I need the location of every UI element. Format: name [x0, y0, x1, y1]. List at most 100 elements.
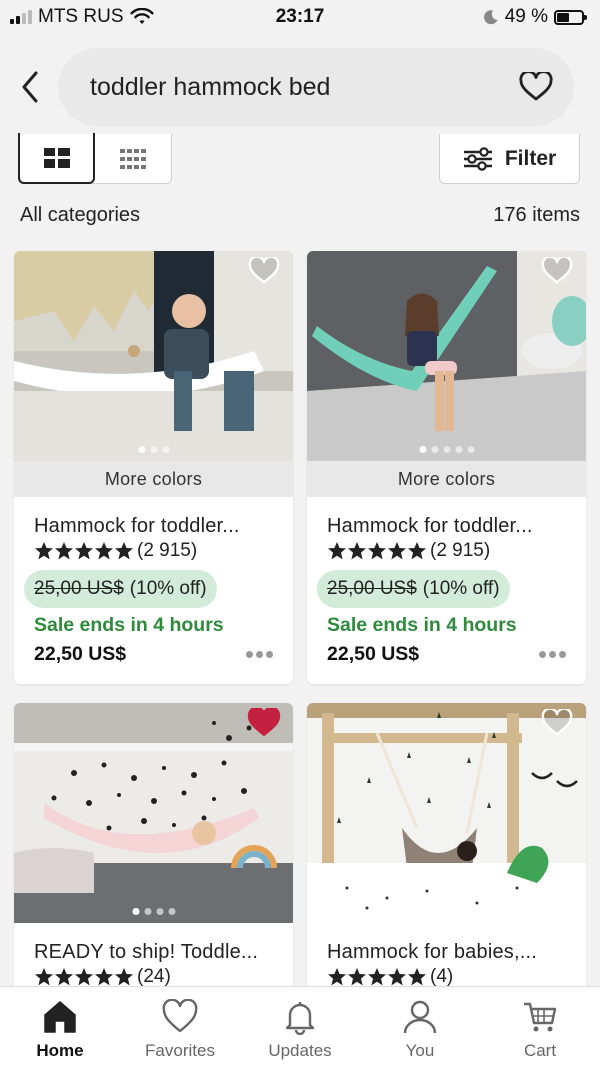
- image-pager-dots: [425, 908, 468, 915]
- status-time: 23:17: [275, 6, 325, 27]
- small-grid-icon: [120, 149, 146, 169]
- tab-cart[interactable]: Cart: [480, 999, 600, 1066]
- favorite-button[interactable]: [540, 706, 574, 740]
- review-count: (4): [430, 966, 454, 987]
- original-price: 25,00 US$: [327, 578, 417, 599]
- star-rating-icon: [327, 541, 427, 561]
- listing-details: READY to ship! Toddle... (24): [14, 923, 293, 993]
- listing-details: Hammock for toddler... (2 915) 25,00 US$…: [307, 497, 586, 684]
- sale-countdown: Sale ends in 4 hours: [327, 614, 517, 636]
- listing-details: Hammock for toddler... (2 915) 25,00 US$…: [14, 497, 293, 684]
- battery-icon: [554, 9, 587, 25]
- wifi-icon: [129, 8, 154, 24]
- back-button[interactable]: [0, 48, 60, 126]
- image-pager-dots: [138, 446, 169, 453]
- large-grid-icon: [43, 147, 70, 168]
- results-toolbar: Filter: [0, 133, 600, 186]
- status-left: MTS RUS: [10, 6, 154, 28]
- discount-percent: (10% off): [422, 578, 500, 599]
- home-icon: [44, 1001, 76, 1033]
- favorite-button[interactable]: [540, 254, 574, 288]
- tab-favorites[interactable]: Favorites: [120, 999, 240, 1066]
- listing-rating: (2 915): [327, 540, 566, 562]
- person-icon: [403, 1000, 437, 1034]
- result-meta: All categories 176 items: [20, 204, 580, 227]
- heart-filled-icon: [247, 708, 281, 736]
- tab-updates-label: Updates: [268, 1041, 332, 1060]
- discount-pill: 25,00 US$ (10% off): [317, 570, 510, 608]
- discount-pill: 25,00 US$ (10% off): [24, 570, 217, 608]
- heart-outline-icon: [248, 257, 280, 284]
- large-grid-view-button[interactable]: [18, 133, 96, 184]
- price-row: 22,50 US$: [327, 643, 566, 666]
- status-bar: MTS RUS 23:17 49 %: [0, 0, 600, 34]
- search-header: toddler hammock bed: [0, 48, 600, 126]
- small-grid-view-button[interactable]: [95, 134, 171, 184]
- image-pager-dots: [132, 908, 175, 915]
- listing-card[interactable]: More colors Hammock for toddler... (2 91…: [307, 251, 586, 684]
- discount-percent: (10% off): [129, 578, 207, 599]
- listing-image[interactable]: [307, 251, 586, 461]
- listing-image[interactable]: [307, 703, 586, 923]
- listing-card[interactable]: More colors Hammock for toddler... (2 91…: [14, 251, 293, 684]
- signal-icon: [10, 10, 32, 24]
- star-rating-icon: [327, 967, 427, 987]
- listing-title: Hammock for babies,...: [327, 941, 538, 963]
- bottom-tab-bar: Home Favorites Updates You Cart: [0, 986, 600, 1066]
- sale-price: 22,50 US$: [327, 643, 420, 665]
- result-count: 176 items: [493, 204, 580, 226]
- listing-card[interactable]: READY to ship! Toddle... (24): [14, 703, 293, 993]
- listing-card[interactable]: Hammock for babies,... (4): [307, 703, 586, 993]
- status-right: 49 %: [483, 6, 587, 28]
- star-rating-icon: [34, 541, 134, 561]
- sale-countdown: Sale ends in 4 hours: [34, 614, 224, 636]
- favorite-button[interactable]: [247, 706, 281, 740]
- tab-updates[interactable]: Updates: [240, 999, 360, 1066]
- view-toggle: [18, 133, 172, 184]
- back-arrow-icon: [22, 71, 38, 103]
- listing-title: Hammock for toddler...: [34, 515, 240, 537]
- listing-image[interactable]: [14, 251, 293, 461]
- review-count: (24): [137, 966, 171, 987]
- price-row: 22,50 US$: [34, 643, 273, 666]
- more-options-icon[interactable]: [246, 651, 273, 658]
- bell-icon: [285, 1002, 315, 1035]
- cart-icon: [524, 1002, 557, 1032]
- more-colors-label: More colors: [14, 461, 293, 497]
- save-search-button[interactable]: [516, 67, 556, 107]
- heart-icon: [162, 999, 198, 1033]
- review-count: (2 915): [137, 540, 198, 561]
- carrier-label: MTS RUS: [38, 6, 124, 27]
- listing-image[interactable]: [14, 703, 293, 923]
- star-rating-icon: [34, 967, 134, 987]
- review-count: (2 915): [430, 540, 491, 561]
- tab-cart-label: Cart: [523, 1041, 557, 1060]
- battery-percent: 49 %: [504, 6, 548, 27]
- listing-title: Hammock for toddler...: [327, 515, 533, 537]
- heart-outline-icon: [541, 257, 573, 284]
- tab-home-label: Home: [36, 1041, 84, 1060]
- filter-button[interactable]: Filter: [439, 134, 580, 184]
- search-query-text[interactable]: toddler hammock bed: [90, 73, 516, 102]
- listing-title: READY to ship! Toddle...: [34, 941, 259, 963]
- tab-you[interactable]: You: [360, 999, 480, 1066]
- image-pager-dots: [419, 446, 474, 453]
- filter-label: Filter: [504, 146, 557, 170]
- listing-details: Hammock for babies,... (4): [307, 923, 586, 993]
- heart-outline-icon: [541, 709, 573, 736]
- favorite-button[interactable]: [247, 254, 281, 288]
- category-label[interactable]: All categories: [20, 204, 140, 227]
- filter-sliders-icon: [463, 146, 492, 171]
- more-options-icon[interactable]: [539, 651, 566, 658]
- listing-rating: (4): [327, 966, 566, 988]
- search-input[interactable]: toddler hammock bed: [58, 48, 574, 126]
- sale-price: 22,50 US$: [34, 643, 127, 665]
- listing-rating: (24): [34, 966, 273, 988]
- listing-rating: (2 915): [34, 540, 273, 562]
- battery-fill: [557, 12, 569, 22]
- original-price: 25,00 US$: [34, 578, 124, 599]
- moon-icon: [483, 10, 498, 25]
- heart-icon: [519, 72, 553, 101]
- tab-home[interactable]: Home: [0, 999, 120, 1066]
- tab-favorites-label: Favorites: [145, 1041, 215, 1060]
